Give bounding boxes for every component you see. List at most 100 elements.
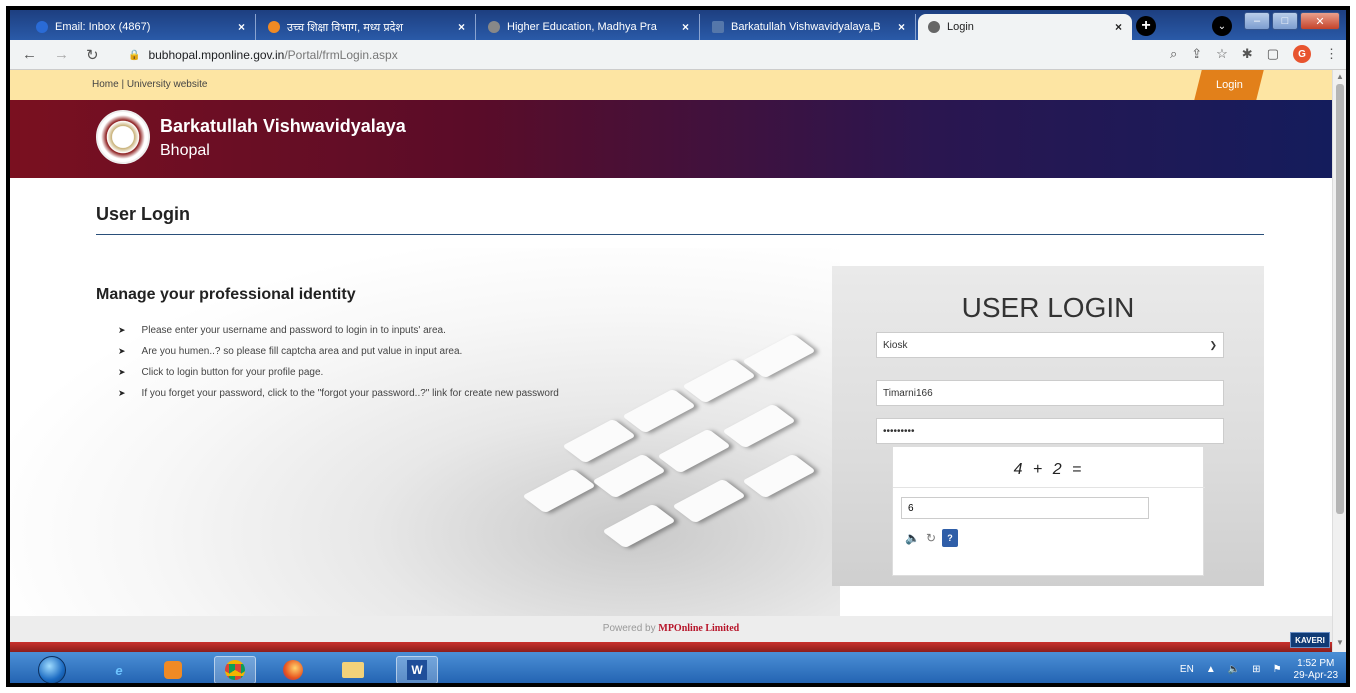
minimize-button[interactable]: –: [1244, 12, 1270, 30]
refresh-icon[interactable]: ↻: [926, 531, 936, 545]
globe-icon: [268, 21, 280, 33]
university-city: Bhopal: [160, 142, 210, 159]
tab-search-button[interactable]: ⌄: [1212, 16, 1232, 36]
top-login-button[interactable]: Login: [1194, 70, 1264, 100]
page-title: User Login: [96, 204, 191, 224]
tab-higher-education[interactable]: Higher Education, Madhya Pra ×: [478, 14, 700, 40]
internet-explorer-icon[interactable]: e: [98, 656, 140, 683]
university-name: Barkatullah Vishwavidyalaya: [160, 116, 406, 136]
top-nav-links[interactable]: Home | University website: [92, 79, 207, 90]
browser-tab-bar: Email: Inbox (4867) × उच्च शिक्षा विभाग,…: [10, 10, 1346, 40]
start-button[interactable]: [38, 656, 66, 683]
lock-icon: 🔒: [128, 49, 141, 61]
tab-title: Email: Inbox (4867): [55, 21, 151, 33]
volume-icon[interactable]: 🔈: [1228, 664, 1240, 675]
keyboard-background-image: [10, 248, 840, 628]
chrome-icon[interactable]: [214, 656, 256, 683]
top-nav: Home | University website Login: [10, 70, 1332, 100]
back-arrow-icon[interactable]: ←: [22, 46, 37, 63]
scroll-down-icon[interactable]: ▼: [1336, 638, 1344, 647]
login-panel: USER LOGIN Kiosk ❯ Timarni166 ••••••••• …: [832, 266, 1264, 586]
extensions-icon[interactable]: ✱: [1242, 46, 1253, 62]
clock[interactable]: 1:52 PM 29-Apr-23: [1294, 658, 1338, 682]
arrow-bullet-icon: ➤: [118, 325, 126, 335]
username-field[interactable]: Timarni166: [876, 380, 1224, 406]
globe-icon: [928, 21, 940, 33]
user-badge: KAVERI: [1290, 632, 1330, 648]
title-divider: [96, 234, 1264, 235]
media-player-icon[interactable]: [152, 656, 194, 683]
role-select[interactable]: Kiosk ❯: [876, 332, 1224, 358]
url-path: /Portal/frmLogin.aspx: [284, 48, 398, 62]
speaker-icon[interactable]: 🔈: [905, 531, 920, 545]
chevron-down-icon: ❯: [1209, 339, 1217, 350]
footer-brand[interactable]: MPOnline Limited: [658, 623, 739, 634]
tab-title: Login: [947, 21, 974, 33]
close-icon[interactable]: ×: [682, 20, 689, 34]
close-icon[interactable]: ×: [1115, 20, 1122, 34]
sidepanel-icon[interactable]: ▢: [1267, 46, 1279, 62]
clock-time: 1:52 PM: [1297, 657, 1335, 669]
top-login-label: Login: [1215, 79, 1243, 91]
captcha-question: 4 + 2 =: [1013, 461, 1085, 478]
new-tab-button[interactable]: +: [1136, 16, 1156, 36]
list-item: ➤ If you forget your password, click to t…: [118, 388, 559, 399]
instruction-list: ➤ Please enter your username and password…: [118, 320, 559, 404]
page-footer: Powered by MPOnline Limited: [10, 616, 1332, 642]
system-tray: EN ▲ 🔈 ⊞ ⚑ 1:52 PM 29-Apr-23: [1180, 652, 1338, 683]
url-host: bubhopal.mponline.gov.in: [148, 48, 285, 62]
tab-login[interactable]: Login ×: [918, 14, 1132, 40]
globe-icon: [36, 21, 48, 33]
reload-icon[interactable]: ↻: [86, 46, 99, 64]
close-window-button[interactable]: ✕: [1300, 12, 1340, 30]
language-indicator[interactable]: EN: [1180, 664, 1194, 675]
maximize-button[interactable]: □: [1272, 12, 1298, 30]
role-select-value: Kiosk: [883, 339, 908, 351]
captcha-box: 4 + 2 = 6 🔈 ↻ ?: [892, 446, 1205, 576]
login-panel-title: USER LOGIN: [961, 292, 1135, 323]
tab-barkatullah[interactable]: Barkatullah Vishwavidyalaya,B ×: [702, 14, 916, 40]
url-field[interactable]: 🔒 bubhopal.mponline.gov.in/Portal/frmLog…: [128, 45, 1208, 65]
firefox-icon[interactable]: [272, 656, 314, 683]
star-icon[interactable]: ☆: [1216, 46, 1228, 62]
menu-icon[interactable]: ⋮: [1325, 46, 1338, 62]
close-icon[interactable]: ×: [898, 20, 905, 34]
captcha-input[interactable]: 6: [901, 497, 1149, 519]
tab-email-inbox[interactable]: Email: Inbox (4867) ×: [26, 14, 256, 40]
tab-title: Higher Education, Madhya Pra: [507, 21, 657, 33]
list-item: ➤ Are you humen..? so please fill captcha…: [118, 346, 463, 357]
manage-identity-heading: Manage your professional identity: [96, 286, 356, 303]
footer-stripe: [10, 642, 1332, 652]
address-bar: ← → ↻ 🔒 bubhopal.mponline.gov.in/Portal/…: [10, 40, 1346, 70]
arrow-bullet-icon: ➤: [118, 388, 126, 398]
windows-taskbar: e W EN ▲ 🔈 ⊞ ⚑ 1:52 PM 29-Apr-23: [10, 652, 1346, 683]
scroll-up-icon[interactable]: ▲: [1336, 72, 1344, 81]
close-icon[interactable]: ×: [238, 20, 245, 34]
scrollbar-thumb[interactable]: [1336, 84, 1344, 514]
share-icon[interactable]: ⇪: [1191, 46, 1202, 62]
arrow-bullet-icon: ➤: [118, 367, 126, 377]
university-logo: [96, 110, 150, 164]
main-content: User Login Manage your professional iden…: [10, 178, 1332, 628]
show-hidden-icons[interactable]: ▲: [1206, 664, 1216, 675]
zoom-icon[interactable]: ⌕: [1170, 46, 1177, 62]
tab-higher-education-hindi[interactable]: उच्च शिक्षा विभाग, मध्य प्रदेश ×: [258, 14, 476, 40]
word-icon[interactable]: W: [396, 656, 438, 683]
list-item: ➤ Please enter your username and password…: [118, 325, 446, 336]
help-icon[interactable]: ?: [942, 529, 959, 547]
network-icon[interactable]: ⊞: [1252, 664, 1260, 675]
tab-title: Barkatullah Vishwavidyalaya,B: [731, 21, 881, 33]
web-page: Home | University website Login Barkatul…: [10, 70, 1332, 652]
forward-arrow-icon[interactable]: →: [54, 46, 69, 63]
screenshot-frame: Email: Inbox (4867) × उच्च शिक्षा विभाग,…: [6, 6, 1350, 687]
footer-prefix: Powered by: [602, 623, 656, 634]
close-icon[interactable]: ×: [458, 20, 465, 34]
site-icon: [712, 21, 724, 33]
password-field[interactable]: •••••••••: [876, 418, 1224, 444]
page-scrollbar[interactable]: ▲ ▼: [1332, 70, 1346, 652]
folder-icon[interactable]: [332, 656, 374, 683]
tab-title: उच्च शिक्षा विभाग, मध्य प्रदेश: [287, 21, 403, 34]
action-center-flag-icon[interactable]: ⚑: [1273, 664, 1282, 675]
browser-toolbar: ⌕ ⇪ ☆ ✱ ▢ G ⋮: [1170, 45, 1338, 63]
profile-avatar[interactable]: G: [1293, 45, 1311, 63]
